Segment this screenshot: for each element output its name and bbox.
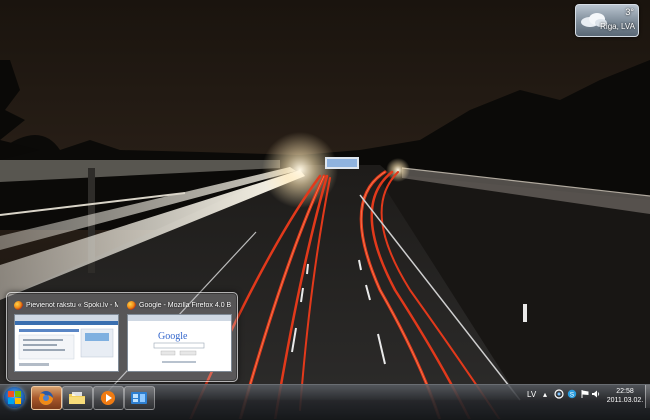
language-indicator[interactable]: LV xyxy=(527,390,536,413)
firefox-icon xyxy=(127,300,136,310)
start-button[interactable] xyxy=(4,387,25,408)
desktop-gadgets-icon xyxy=(131,392,147,404)
thumbnail-preview: Google xyxy=(127,314,232,372)
folder-icon xyxy=(69,392,85,404)
windows-logo-icon xyxy=(8,391,21,404)
google-logo-text: Google xyxy=(158,331,188,342)
thumbnail-title: Google - Mozilla Firefox 4.0 Beta... xyxy=(139,301,231,309)
weather-location: Riga, LVA xyxy=(600,22,635,31)
weather-temperature: 3° xyxy=(625,7,634,17)
action-center-flag-icon[interactable] xyxy=(580,389,590,412)
clock-date: 2011.03.02. xyxy=(606,397,644,404)
clock-time: 22:58 xyxy=(616,388,634,395)
tray-expand-chevron-icon[interactable]: ▴ xyxy=(543,390,547,413)
svg-text:S: S xyxy=(570,392,575,399)
firefox-icon xyxy=(14,300,23,310)
thumbnail-window-google[interactable]: Google - Mozilla Firefox 4.0 Beta... Goo… xyxy=(123,297,233,375)
firefox-icon xyxy=(39,391,53,405)
volume-icon[interactable] xyxy=(591,389,601,412)
taskbar-thumbnail-popup: Pievienot rakstu « Spoki.lv - Mo... Goog… xyxy=(6,292,238,382)
thumbnail-preview xyxy=(14,314,119,372)
taskbar-gadgets-button[interactable] xyxy=(124,386,155,410)
taskbar: LV ▴ S 22:58 2011.03.02. xyxy=(0,384,650,420)
taskbar-media-player-button[interactable] xyxy=(93,386,124,410)
clock[interactable]: 22:58 2011.03.02. xyxy=(602,387,648,405)
thumbnail-title: Pievienot rakstu « Spoki.lv - Mo... xyxy=(26,301,118,309)
show-desktop-button[interactable] xyxy=(645,385,650,408)
skype-icon[interactable]: S xyxy=(567,389,577,412)
tray-app-icon[interactable] xyxy=(554,389,564,412)
weather-gadget[interactable]: 3° Riga, LVA xyxy=(575,4,639,37)
media-player-icon xyxy=(101,391,115,405)
taskbar-explorer-button[interactable] xyxy=(62,386,93,410)
taskbar-firefox-button[interactable] xyxy=(31,386,62,410)
thumbnail-window-spoki[interactable]: Pievienot rakstu « Spoki.lv - Mo... xyxy=(10,297,120,375)
